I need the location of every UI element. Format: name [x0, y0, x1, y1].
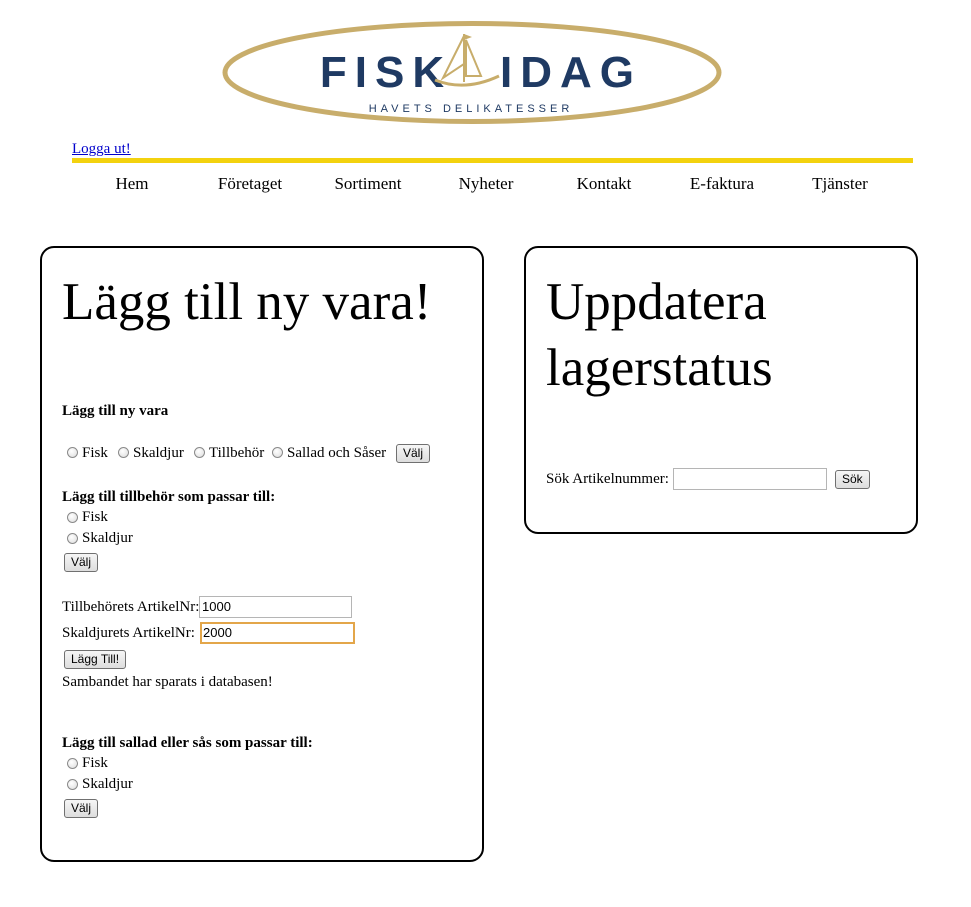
nav-hem[interactable]: Hem [115, 174, 148, 194]
salad-radio-skaldjur[interactable] [67, 779, 78, 790]
add-item-title: Lägg till ny vara! [62, 273, 432, 331]
shellfish-artnr-label: Skaldjurets ArtikelNr: [62, 625, 195, 641]
stock-panel: Uppdatera lagerstatus Sök Artikelnummer:… [524, 246, 918, 534]
accessory-artnr-label: Tillbehörets ArtikelNr: [62, 599, 200, 615]
nav-nyheter[interactable]: Nyheter [459, 174, 514, 194]
logout-link[interactable]: Logga ut! [72, 141, 131, 158]
accessory-radio-fisk[interactable] [67, 512, 78, 523]
radio-sallad-saser-label: Sallad och Såser [287, 445, 387, 461]
accessory-select-button[interactable]: Välj [64, 553, 99, 572]
salad-radio-fisk[interactable] [67, 758, 78, 769]
accessory-radio-fisk-label: Fisk [82, 509, 108, 525]
section-accessory-heading: Lägg till tillbehör som passar till: [62, 489, 276, 505]
header-divider [72, 158, 913, 163]
section-salad-sauce-heading: Lägg till sallad eller sås som passar ti… [62, 735, 313, 751]
accessory-artnr-input[interactable]: 1000 [199, 596, 352, 618]
radio-tillbehor[interactable] [194, 447, 205, 458]
add-relation-button[interactable]: Lägg Till! [64, 650, 127, 669]
accessory-radio-skaldjur-label: Skaldjur [82, 530, 133, 546]
salad-radio-skaldjur-label: Skaldjur [82, 776, 133, 792]
add-item-panel: Lägg till ny vara! Lägg till ny vara Fis… [40, 246, 484, 862]
main-nav: Hem Företaget Sortiment Nyheter Kontakt … [72, 174, 913, 196]
logo-tagline: HAVETS DELIKATESSER [369, 103, 574, 115]
logo-wordmark-right: IDAG [500, 48, 642, 97]
radio-skaldjur[interactable] [118, 447, 129, 458]
nav-kontakt[interactable]: Kontakt [577, 174, 632, 194]
nav-e-faktura[interactable]: E-faktura [690, 174, 754, 194]
shellfish-artnr-input[interactable]: 2000 [200, 622, 355, 644]
radio-skaldjur-label: Skaldjur [133, 445, 184, 461]
nav-foretaget[interactable]: Företaget [218, 174, 282, 194]
stock-search-input[interactable] [673, 468, 827, 490]
section-new-item-heading: Lägg till ny vara [62, 403, 169, 419]
radio-fisk-label: Fisk [82, 445, 108, 461]
radio-sallad-saser[interactable] [272, 447, 283, 458]
fiskidag-logo: FISK IDAG HAVETS DELIKATESSER [221, 20, 723, 125]
radio-tillbehor-label: Tillbehör [209, 445, 265, 461]
nav-sortiment[interactable]: Sortiment [334, 174, 401, 194]
stock-title-line1: Uppdatera [546, 273, 767, 331]
stock-search-button[interactable]: Sök [835, 470, 870, 489]
stock-search-label: Sök Artikelnummer: [546, 471, 669, 487]
nav-tjanster[interactable]: Tjänster [812, 174, 868, 194]
logo-wordmark-left: FISK [320, 48, 452, 97]
salad-radio-fisk-label: Fisk [82, 755, 108, 771]
stock-title-line2: lagerstatus [546, 339, 773, 397]
salad-select-button[interactable]: Välj [64, 799, 99, 818]
select-type-button[interactable]: Välj [396, 444, 431, 463]
accessory-radio-skaldjur[interactable] [67, 533, 78, 544]
radio-fisk[interactable] [67, 447, 78, 458]
save-status-message: Sambandet har sparats i databasen! [62, 674, 273, 690]
